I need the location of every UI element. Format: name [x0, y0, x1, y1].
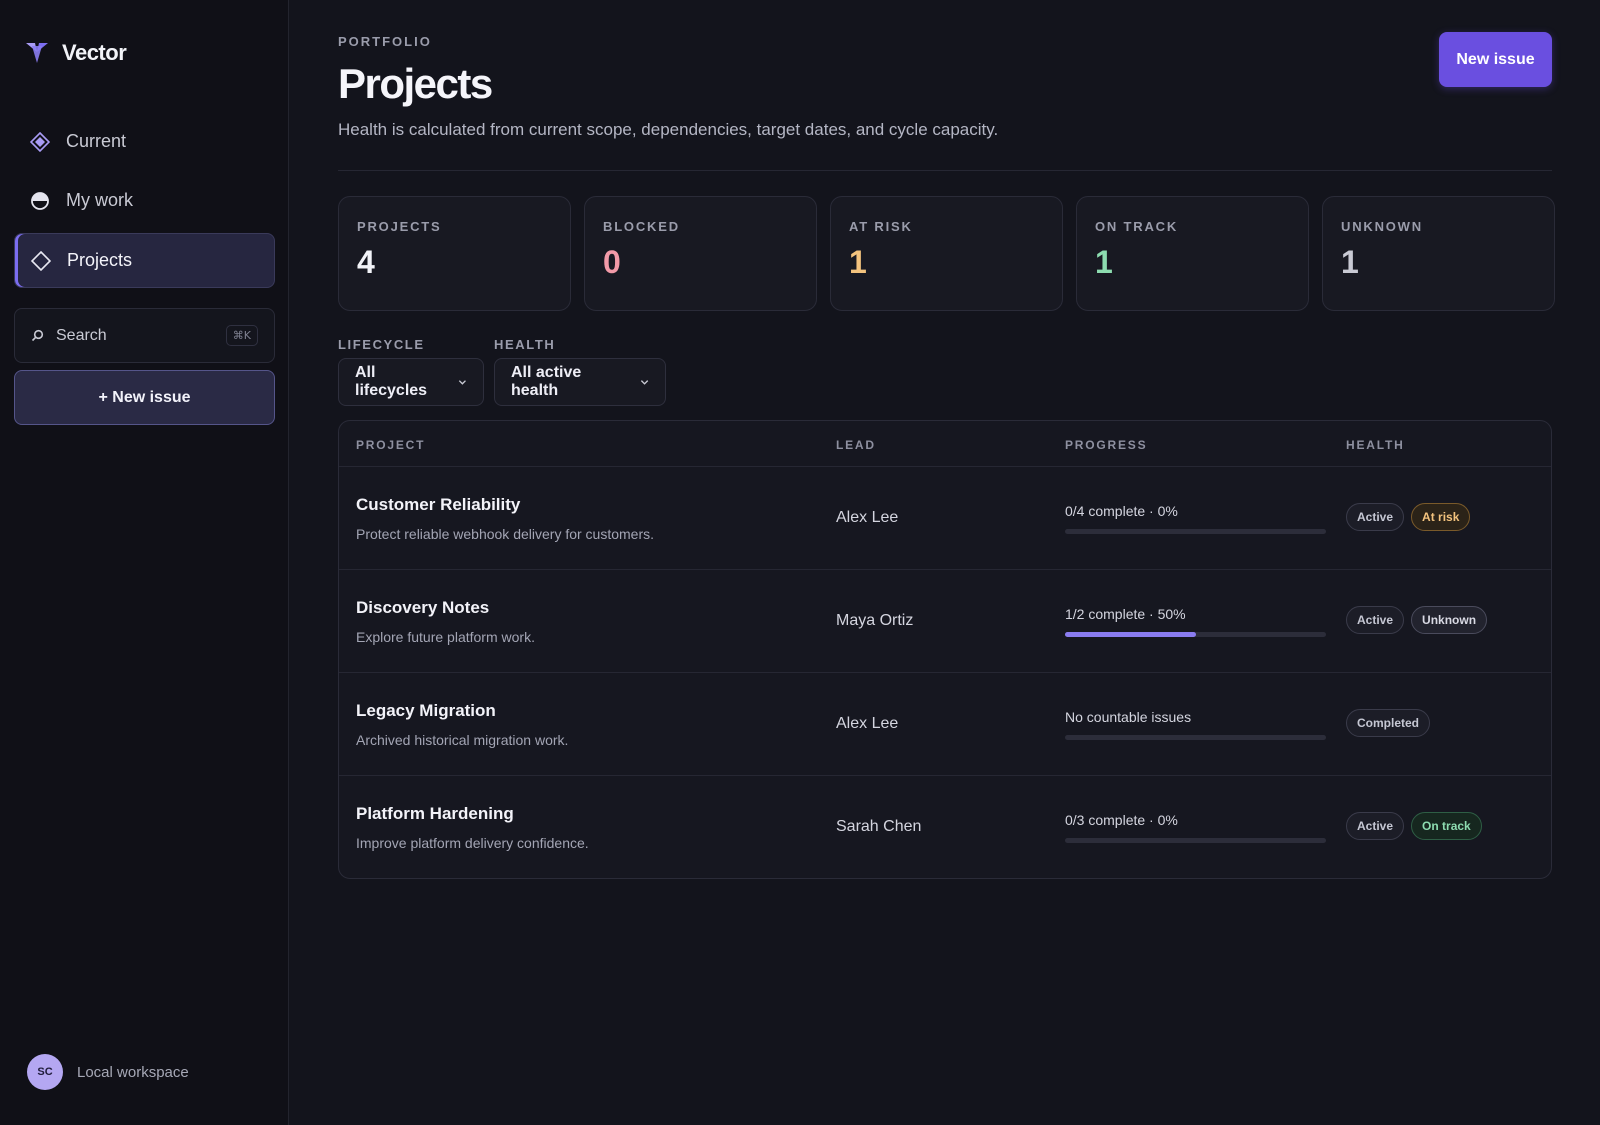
progress-text: 1/2 complete · 50%: [1065, 606, 1186, 622]
status-badge: Active: [1346, 503, 1405, 531]
progress-bar-fill: [1065, 632, 1196, 637]
table-body: Customer Reliability Protect reliable we…: [339, 467, 1551, 878]
column-header-health[interactable]: HEALTH: [1346, 438, 1405, 452]
progress-bar: [1065, 735, 1326, 740]
new-issue-header-button[interactable]: New issue: [1439, 32, 1552, 87]
lifecycle-filter-label: LIFECYCLE: [338, 337, 425, 352]
projects-table: PROJECT LEAD PROGRESS HEALTH Customer Re…: [338, 420, 1552, 879]
project-lead: Alex Lee: [836, 509, 899, 526]
sidebar-item-projects[interactable]: Projects: [14, 233, 275, 288]
stats-row: PROJECTS 4 BLOCKED 0 AT RISK 1 ON TRACK …: [338, 196, 1555, 311]
sidebar: Vector Current My work Projects Search ⌘…: [0, 0, 289, 1125]
page-title: Projects: [338, 60, 493, 107]
project-lead: Maya Ortiz: [836, 612, 914, 629]
stat-label: BLOCKED: [603, 219, 680, 234]
progress-text: 0/3 complete · 0%: [1065, 812, 1178, 828]
table-header: PROJECT LEAD PROGRESS HEALTH: [339, 421, 1551, 467]
stat-card-blocked: BLOCKED 0: [584, 196, 817, 311]
page-subtitle: Health is calculated from current scope,…: [338, 120, 999, 139]
status-badge: Active: [1346, 812, 1405, 840]
brand[interactable]: Vector: [24, 40, 127, 66]
project-description: Archived historical migration work.: [356, 732, 569, 748]
project-name[interactable]: Customer Reliability: [356, 495, 520, 515]
diamond-filled-icon: [30, 131, 50, 152]
half-circle-icon: [31, 191, 49, 210]
search-input[interactable]: Search ⌘K: [14, 308, 275, 363]
stat-value: 4: [357, 244, 375, 280]
stat-value: 1: [1095, 244, 1113, 280]
progress-bar: [1065, 632, 1326, 637]
stat-label: AT RISK: [849, 219, 913, 234]
stat-label: PROJECTS: [357, 219, 442, 234]
stat-label: ON TRACK: [1095, 219, 1179, 234]
project-lead: Alex Lee: [836, 715, 899, 732]
column-header-progress[interactable]: PROGRESS: [1065, 438, 1147, 452]
table-row[interactable]: Customer Reliability Protect reliable we…: [339, 467, 1551, 570]
sidebar-item-label: Current: [66, 131, 127, 151]
project-name[interactable]: Platform Hardening: [356, 804, 514, 824]
diamond-outline-icon: [31, 250, 51, 271]
avatar: SC: [27, 1054, 63, 1090]
project-lead: Sarah Chen: [836, 818, 922, 835]
stat-card-on-track: ON TRACK 1: [1076, 196, 1309, 311]
chevron-down-icon: [459, 380, 467, 385]
health-filter-label: HEALTH: [494, 337, 556, 352]
brand-name: Vector: [62, 40, 127, 65]
stat-value: 0: [603, 244, 621, 280]
status-badge: At risk: [1411, 503, 1471, 531]
column-header-lead[interactable]: LEAD: [836, 438, 876, 452]
progress-bar: [1065, 529, 1326, 534]
new-issue-button[interactable]: + New issue: [14, 370, 275, 425]
project-description: Improve platform delivery confidence.: [356, 835, 589, 851]
vector-logo-icon: [26, 43, 48, 63]
status-badge: Unknown: [1411, 606, 1488, 634]
table-row[interactable]: Legacy Migration Archived historical mig…: [339, 673, 1551, 776]
stat-card-unknown: UNKNOWN 1: [1322, 196, 1555, 311]
status-badge: On track: [1411, 812, 1482, 840]
sidebar-item-my-work[interactable]: My work: [14, 173, 275, 228]
search-shortcut: ⌘K: [225, 325, 258, 346]
progress-bar: [1065, 838, 1326, 843]
status-badge: Active: [1346, 606, 1405, 634]
status-badge: Completed: [1346, 709, 1431, 737]
stat-card-at-risk: AT RISK 1: [830, 196, 1063, 311]
stat-label: UNKNOWN: [1341, 219, 1423, 234]
health-badges: Active At risk: [1346, 503, 1471, 531]
column-header-project[interactable]: PROJECT: [356, 438, 425, 452]
table-row[interactable]: Discovery Notes Explore future platform …: [339, 570, 1551, 673]
project-description: Protect reliable webhook delivery for cu…: [356, 526, 655, 542]
workspace-label: Local workspace: [77, 1063, 189, 1081]
workspace-switcher[interactable]: SC Local workspace: [27, 1054, 189, 1090]
project-name[interactable]: Discovery Notes: [356, 598, 489, 618]
sidebar-item-label: My work: [66, 190, 133, 210]
page-eyebrow: PORTFOLIO: [338, 34, 432, 49]
search-label: Search: [56, 326, 107, 344]
health-badges: Active Unknown: [1346, 606, 1488, 634]
stat-value: 1: [849, 244, 867, 280]
sidebar-item-label: Projects: [67, 250, 133, 270]
project-description: Explore future platform work.: [356, 629, 535, 645]
chevron-down-icon: [640, 380, 649, 385]
new-issue-label: + New issue: [98, 388, 191, 406]
stat-card-projects: PROJECTS 4: [338, 196, 571, 311]
search-icon: [31, 329, 44, 342]
divider: [338, 170, 1552, 171]
progress-text: No countable issues: [1065, 709, 1192, 725]
health-badges: Active On track: [1346, 812, 1482, 840]
lifecycle-select[interactable]: All lifecycles: [338, 358, 484, 406]
lifecycle-select-value: All lifecycles: [355, 364, 428, 399]
stat-value: 1: [1341, 244, 1359, 280]
progress-text: 0/4 complete · 0%: [1065, 503, 1178, 519]
health-select[interactable]: All active health: [494, 358, 666, 406]
sidebar-item-current[interactable]: Current: [14, 114, 275, 169]
health-badges: Completed: [1346, 709, 1431, 737]
project-name[interactable]: Legacy Migration: [356, 701, 496, 721]
table-row[interactable]: Platform Hardening Improve platform deli…: [339, 776, 1551, 878]
health-select-value: All active health: [511, 364, 582, 399]
